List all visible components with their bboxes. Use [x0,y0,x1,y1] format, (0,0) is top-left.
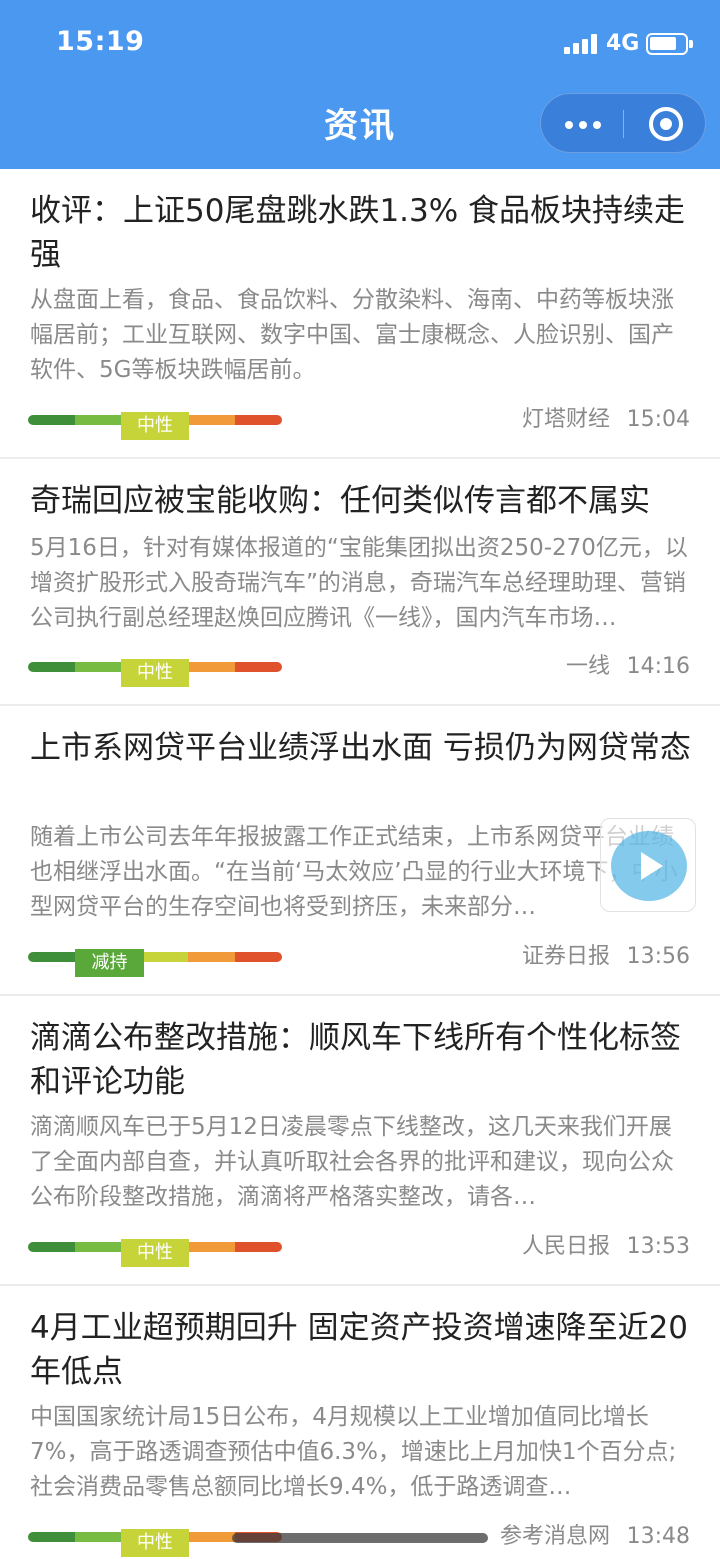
mini-program-capsule [540,93,706,153]
status-time: 15:19 [56,26,145,57]
network-type: 4G [606,31,640,56]
status-bar: 15:19 4G [0,0,720,90]
news-time: 15:04 [626,407,690,432]
news-item[interactable]: 收评：上证50尾盘跳水跌1.3% 食品板块持续走强 从盘面上看，食品、食品饮料、… [0,169,720,459]
news-item[interactable]: 4月工业超预期回升 固定资产投资增速降至近20年低点 中国国家统计局15日公布，… [0,1286,720,1559]
news-source: 人民日报 [521,1234,610,1259]
sentiment-gauge: 中性 [28,1239,282,1267]
top-bar: 15:19 4G 资讯 [0,0,720,169]
floating-play-button[interactable] [600,818,696,912]
news-item[interactable]: 奇瑞回应被宝能收购：任何类似传言都不属实 5月16日，针对有媒体报道的“宝能集团… [0,459,720,706]
news-meta: 减持 证券日报 13:56 [0,943,720,977]
close-target-icon[interactable] [649,107,683,141]
news-meta: 中性 灯塔财经 15:04 [0,406,720,440]
sentiment-badge: 减持 [75,949,144,977]
more-icon[interactable] [565,121,601,129]
news-title: 4月工业超预期回升 固定资产投资增速降至近20年低点 [30,1310,689,1390]
news-summary: 5月16日，针对有媒体报道的“宝能集团拟出资250-270亿元，以增资扩股形式入… [30,535,688,631]
news-time: 14:16 [626,654,690,679]
battery-icon [646,33,693,55]
news-source: 证券日报 [521,944,610,969]
sentiment-badge: 中性 [121,659,189,687]
news-time: 13:53 [626,1234,690,1259]
news-source: 灯塔财经 [521,407,610,432]
play-icon [611,831,687,901]
news-source: 参考消息网 [499,1524,610,1549]
news-time: 13:48 [626,1524,690,1549]
signal-icon [564,34,598,54]
news-source: 一线 [565,654,610,679]
home-indicator [232,1533,488,1543]
news-title: 奇瑞回应被宝能收购：任何类似传言都不属实 [30,483,650,519]
news-meta: 中性 一线 14:16 [0,653,720,687]
news-time: 13:56 [626,944,690,969]
news-item[interactable]: 滴滴公布整改措施：顺风车下线所有个性化标签和评论功能 滴滴顺风车已于5月12日凌… [0,996,720,1286]
news-summary: 中国国家统计局15日公布，4月规模以上工业增加值同比增长7%，高于路透调查预估中… [30,1404,677,1500]
sentiment-gauge: 中性 [28,659,282,687]
news-title: 上市系网贷平台业绩浮出水面 亏损仍为网贷常态 [30,730,691,766]
news-summary: 从盘面上看，食品、食品饮料、分散染料、海南、中药等板块涨幅居前；工业互联网、数字… [30,287,674,383]
capsule-divider [623,110,624,138]
sentiment-badge: 中性 [121,1529,189,1557]
news-title: 滴滴公布整改措施：顺风车下线所有个性化标签和评论功能 [30,1020,681,1100]
news-title: 收评：上证50尾盘跳水跌1.3% 食品板块持续走强 [30,193,686,273]
sentiment-badge: 中性 [121,412,189,440]
sentiment-badge: 中性 [121,1239,189,1267]
sentiment-gauge: 中性 [28,412,282,440]
news-meta: 中性 人民日报 13:53 [0,1233,720,1267]
news-summary: 随着上市公司去年年报披露工作正式结束，上市系网贷平台业绩也相继浮出水面。“在当前… [30,824,678,920]
news-summary: 滴滴顺风车已于5月12日凌晨零点下线整改，这几天来我们开展了全面内部自查，并认真… [30,1114,674,1210]
sentiment-gauge: 减持 [28,949,282,977]
